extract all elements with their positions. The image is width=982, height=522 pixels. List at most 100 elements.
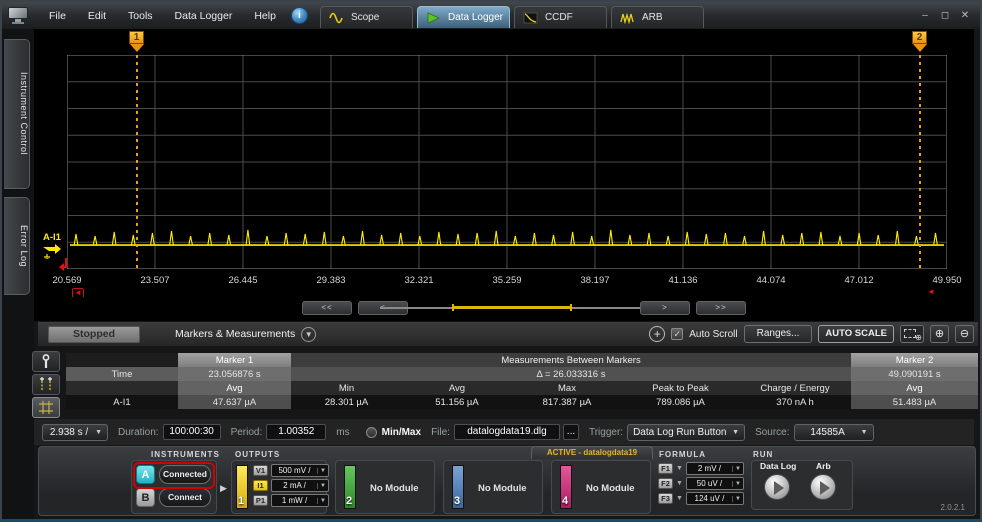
close-button[interactable]: ✕: [958, 10, 972, 22]
file-field[interactable]: datalogdata19.dlg: [454, 424, 560, 440]
version-label: 2.0.2.1: [941, 503, 965, 512]
menu-help[interactable]: Help: [245, 6, 285, 26]
menu-data-logger[interactable]: Data Logger: [166, 6, 242, 26]
auto-scale-button[interactable]: AUTO SCALE: [818, 325, 894, 343]
chevron-down-icon[interactable]: ▼: [301, 327, 316, 342]
dashed-rect-icon: [904, 329, 916, 338]
f3-scale-dropdown[interactable]: 124 uV /▼: [686, 492, 744, 505]
wrench-icon: [39, 354, 53, 369]
menu-edit[interactable]: Edit: [79, 6, 115, 26]
tab-ccdf[interactable]: CCDF: [514, 6, 607, 28]
markers-button[interactable]: [32, 374, 60, 395]
instrument-b-connect-button[interactable]: Connect: [159, 488, 211, 507]
data-logger-chart[interactable]: 1 2 A-I1 20.569 23.507 26.445 29.383 32.…: [34, 29, 974, 297]
selected-instrument-highlight: [133, 462, 215, 489]
zoom-region-button[interactable]: ⊕: [900, 325, 924, 343]
chart-scrollbar: << < > >>: [34, 297, 974, 321]
minimize-button[interactable]: –: [918, 10, 932, 22]
expand-arrow-icon[interactable]: ▶: [220, 483, 227, 494]
instruments-group: A Connected B Connect: [131, 460, 217, 514]
f3-badge[interactable]: F3: [658, 493, 673, 504]
instrument-panel: INSTRUMENTS A Connected B Connect ▶ OUTP…: [38, 446, 976, 516]
menu-file[interactable]: File: [40, 6, 75, 26]
tab-label: Scope: [351, 12, 379, 23]
auto-scroll-checkbox[interactable]: ✓: [671, 328, 683, 340]
maximize-button[interactable]: ◻: [938, 10, 952, 22]
sidebar-tab-error-log[interactable]: Error Log: [4, 197, 30, 295]
x-tick: 44.074: [749, 275, 793, 286]
instrument-b-badge[interactable]: B: [136, 488, 155, 507]
grid-icon: [38, 400, 54, 415]
channel2-number: 2: [346, 495, 352, 507]
menu-tools[interactable]: Tools: [119, 6, 162, 26]
flag-arrow-icon: [913, 44, 927, 52]
axis-right-marker-icon[interactable]: ◄: [927, 288, 935, 296]
marker1-header[interactable]: Marker 1: [178, 353, 291, 367]
mode-tabs: Scope Data Logger CCDF ARB: [320, 3, 704, 28]
arb-run-label: Arb: [816, 461, 831, 471]
menu-bar: File Edit Tools Data Logger Help: [40, 6, 285, 26]
acquisition-controls: 2.938 s /▼ Duration: 100:00:30 Period: 1…: [34, 419, 974, 445]
browse-button[interactable]: ...: [563, 424, 579, 440]
marker1-flag[interactable]: 1: [129, 31, 144, 52]
p1-scale-dropdown[interactable]: 1 mW /▼: [271, 494, 329, 507]
marker2-header[interactable]: Marker 2: [851, 353, 978, 367]
minmax-checkbox[interactable]: [366, 427, 377, 438]
f2-badge[interactable]: F2: [658, 478, 673, 489]
active-file-tab[interactable]: ACTIVE - datalogdata19: [531, 446, 653, 459]
setup-wrench-button[interactable]: [32, 351, 60, 372]
sine-icon: [329, 12, 345, 24]
f1-scale-dropdown[interactable]: 2 mV /▼: [686, 462, 744, 475]
play-icon: [774, 481, 784, 495]
period-field[interactable]: 1.00352: [266, 424, 326, 440]
f1-badge[interactable]: F1: [658, 463, 673, 474]
markers-icon: [38, 377, 54, 392]
sidebar-tab-instrument-control[interactable]: Instrument Control: [4, 39, 30, 189]
x-tick: 41.136: [661, 275, 705, 286]
data-log-run-label: Data Log: [760, 461, 796, 471]
duration-field[interactable]: 100:00:30: [163, 424, 221, 440]
meas-value: 28.301 µA: [291, 395, 402, 409]
trigger-dropdown[interactable]: Data Log Run Button▼: [627, 424, 745, 441]
chevron-down-icon: ▼: [317, 468, 328, 474]
channel3-status: No Module: [478, 483, 527, 494]
tab-data-logger[interactable]: Data Logger: [417, 6, 510, 28]
measurement-tools: [32, 351, 62, 420]
chevron-down-icon: ▼: [732, 496, 743, 502]
waveform-plot[interactable]: [67, 55, 947, 269]
zoom-out-button[interactable]: ⊖: [955, 325, 974, 343]
grid-view-button[interactable]: [32, 397, 60, 418]
f2-scale-dropdown[interactable]: 50 uV /▼: [686, 477, 744, 490]
scroll-far-right-button[interactable]: >>: [696, 301, 746, 315]
meas-value: 789.086 µA: [622, 395, 739, 409]
zoom-in-button[interactable]: ⊕: [930, 325, 949, 343]
tab-scope[interactable]: Scope: [320, 6, 413, 28]
scroll-far-left-button[interactable]: <<: [302, 301, 352, 315]
data-log-run-button[interactable]: [764, 474, 790, 500]
timebase-dropdown[interactable]: 2.938 s /▼: [42, 424, 108, 441]
channel4-status: No Module: [586, 483, 635, 494]
scroll-visible-window[interactable]: [452, 304, 572, 311]
i1-scale-dropdown[interactable]: 2 mA /▼: [271, 479, 329, 492]
scroll-right-button[interactable]: >: [640, 301, 690, 315]
meas-value: 51.483 µA: [851, 395, 978, 409]
app-window: File Edit Tools Data Logger Help i Scope…: [0, 0, 982, 522]
period-label: Period:: [231, 427, 263, 438]
chevron-down-icon: ▼: [732, 481, 743, 487]
auto-scroll-label: Auto Scroll: [689, 329, 737, 340]
marker2-flag[interactable]: 2: [912, 31, 927, 52]
info-icon[interactable]: i: [291, 7, 308, 24]
arb-icon: [620, 12, 636, 24]
arb-run-button[interactable]: [810, 474, 836, 500]
tab-arb[interactable]: ARB: [611, 6, 704, 28]
i1-badge: I1: [253, 480, 268, 491]
ranges-button[interactable]: Ranges...: [744, 325, 813, 343]
run-header: RUN: [753, 450, 773, 459]
trigger-marker-icon[interactable]: [58, 257, 70, 271]
v1-scale-dropdown[interactable]: 500 mV /▼: [271, 464, 329, 477]
stat-header: Avg: [178, 381, 291, 395]
p1-badge: P1: [253, 495, 268, 506]
source-dropdown[interactable]: 14585A▼: [794, 424, 874, 441]
v1-badge: V1: [253, 465, 268, 476]
add-marker-icon[interactable]: +: [649, 326, 665, 342]
